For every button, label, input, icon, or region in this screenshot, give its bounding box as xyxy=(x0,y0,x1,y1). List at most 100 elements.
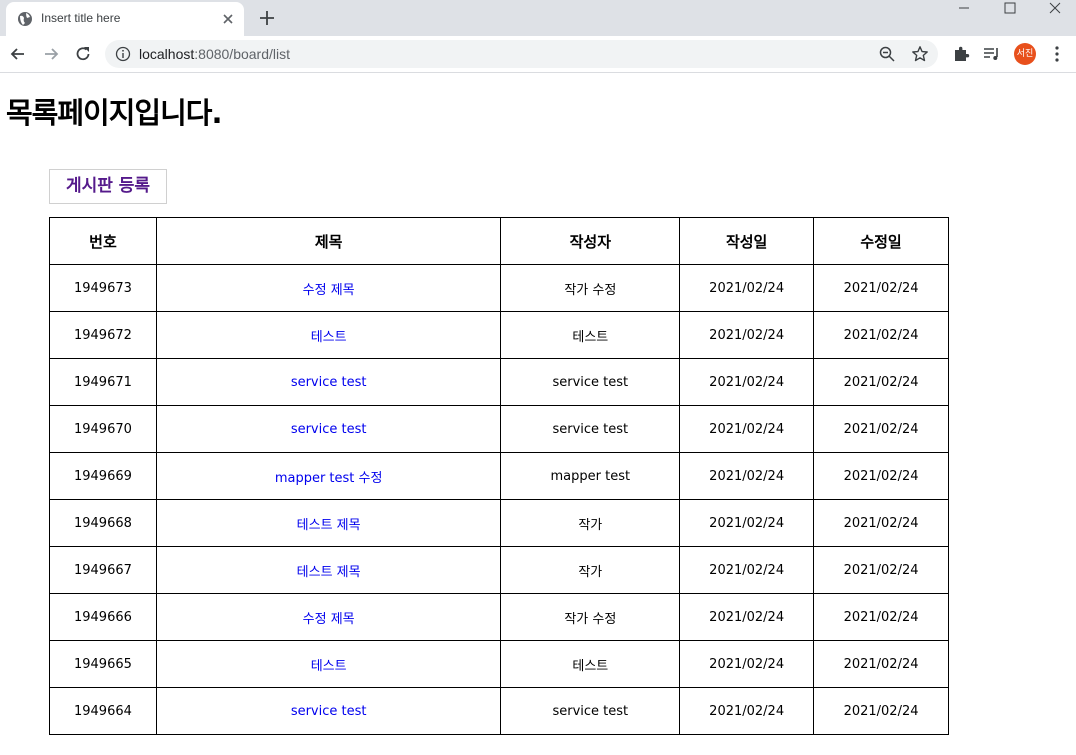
url-path: :8080/board/list xyxy=(194,46,290,62)
cell-updatedate: 2021/02/24 xyxy=(813,687,949,735)
board-list-table: 번호 제목 작성자 작성일 수정일 1949673 수정 제목 작가 수정 2021/… xyxy=(49,217,949,735)
table-row: 1949664 service test service test 2021/02/2… xyxy=(49,687,949,735)
table-row: 1949668 테스트 제목 작가 2021/02/24 2021/02/24 xyxy=(49,499,949,547)
cell-regdate: 2021/02/24 xyxy=(679,311,815,359)
cell-no: 1949665 xyxy=(49,640,157,688)
post-title-link[interactable]: 테스트 xyxy=(311,330,347,345)
plus-icon[interactable] xyxy=(257,8,277,28)
cell-title[interactable]: service test xyxy=(155,687,502,735)
table-row: 1949665 테스트 테스트 2021/02/24 2021/02/24 xyxy=(49,640,949,688)
cell-title[interactable]: service test xyxy=(155,405,502,453)
post-title-link[interactable]: 테스트 xyxy=(311,659,347,674)
cell-writer: 작가 수정 xyxy=(500,593,681,641)
post-title-link[interactable]: 수정 제목 xyxy=(303,283,355,298)
browser-tab[interactable]: Insert title here xyxy=(6,2,244,36)
media-control-icon[interactable] xyxy=(983,45,1001,63)
cell-writer: service test xyxy=(500,405,681,453)
cell-updatedate: 2021/02/24 xyxy=(813,358,949,406)
cell-title[interactable]: 수정 제목 xyxy=(155,593,502,641)
zoom-out-icon[interactable] xyxy=(879,46,895,62)
cell-writer: service test xyxy=(500,687,681,735)
cell-writer: 작가 xyxy=(500,499,681,547)
post-title-link[interactable]: service test xyxy=(291,704,367,719)
cell-regdate: 2021/02/24 xyxy=(679,499,815,547)
cell-no: 1949669 xyxy=(49,452,157,500)
post-title-link[interactable]: mapper test 수정 xyxy=(275,471,383,486)
info-icon[interactable] xyxy=(115,46,131,62)
post-title-link[interactable]: service test xyxy=(291,422,367,437)
cell-no: 1949671 xyxy=(49,358,157,406)
cell-title[interactable]: 테스트 제목 xyxy=(155,499,502,547)
post-title-link[interactable]: 테스트 제목 xyxy=(297,565,361,580)
header-regdate: 작성일 xyxy=(679,217,815,265)
minimize-icon[interactable] xyxy=(941,0,987,30)
globe-icon xyxy=(18,12,32,26)
address-bar[interactable]: localhost:8080/board/list xyxy=(105,40,938,68)
post-title-link[interactable]: 테스트 제목 xyxy=(297,518,361,533)
url-text[interactable]: localhost:8080/board/list xyxy=(139,46,290,62)
header-title: 제목 xyxy=(155,217,502,265)
cell-no: 1949672 xyxy=(49,311,157,359)
cell-no: 1949667 xyxy=(49,546,157,594)
cell-regdate: 2021/02/24 xyxy=(679,358,815,406)
cell-regdate: 2021/02/24 xyxy=(679,452,815,500)
cell-updatedate: 2021/02/24 xyxy=(813,499,949,547)
avatar[interactable]: 서진 xyxy=(1014,43,1036,65)
arrow-left-icon[interactable] xyxy=(8,44,28,64)
cell-title[interactable]: service test xyxy=(155,358,502,406)
table-header-row: 번호 제목 작성자 작성일 수정일 xyxy=(49,217,949,265)
table-body: 1949673 수정 제목 작가 수정 2021/02/24 2021/02/24 194… xyxy=(49,264,949,735)
cell-no: 1949668 xyxy=(49,499,157,547)
cell-regdate: 2021/02/24 xyxy=(679,546,815,594)
kebab-menu-icon[interactable] xyxy=(1050,45,1064,63)
table-row: 1949671 service test service test 2021/02/2… xyxy=(49,358,949,406)
cell-title[interactable]: 테스트 xyxy=(155,640,502,688)
cell-regdate: 2021/02/24 xyxy=(679,640,815,688)
cell-no: 1949673 xyxy=(49,264,157,312)
cell-no: 1949664 xyxy=(49,687,157,735)
cell-updatedate: 2021/02/24 xyxy=(813,264,949,312)
cell-title[interactable]: mapper test 수정 xyxy=(155,452,502,500)
close-icon[interactable] xyxy=(220,11,236,27)
cell-updatedate: 2021/02/24 xyxy=(813,640,949,688)
page-title: 목록페이지입니다. xyxy=(6,96,222,130)
reload-icon[interactable] xyxy=(73,44,93,64)
register-button[interactable]: 게시판 등록 xyxy=(49,169,167,204)
cell-updatedate: 2021/02/24 xyxy=(813,311,949,359)
cell-writer: 테스트 xyxy=(500,311,681,359)
cell-title[interactable]: 수정 제목 xyxy=(155,264,502,312)
arrow-right-icon[interactable] xyxy=(41,44,61,64)
cell-title[interactable]: 테스트 제목 xyxy=(155,546,502,594)
table-row: 1949667 테스트 제목 작가 2021/02/24 2021/02/24 xyxy=(49,546,949,594)
cell-updatedate: 2021/02/24 xyxy=(813,546,949,594)
cell-no: 1949670 xyxy=(49,405,157,453)
cell-regdate: 2021/02/24 xyxy=(679,593,815,641)
cell-writer: mapper test xyxy=(500,452,681,500)
cell-writer: 작가 xyxy=(500,546,681,594)
table-row: 1949673 수정 제목 작가 수정 2021/02/24 2021/02/24 xyxy=(49,264,949,312)
cell-regdate: 2021/02/24 xyxy=(679,405,815,453)
cell-no: 1949666 xyxy=(49,593,157,641)
cell-writer: 테스트 xyxy=(500,640,681,688)
cell-writer: 작가 수정 xyxy=(500,264,681,312)
post-title-link[interactable]: 수정 제목 xyxy=(303,612,355,627)
puzzle-icon[interactable] xyxy=(952,45,970,63)
tab-title: Insert title here xyxy=(41,11,121,25)
maximize-icon[interactable] xyxy=(987,0,1033,30)
browser-toolbar: localhost:8080/board/list 서진 xyxy=(0,36,1076,73)
star-icon[interactable] xyxy=(911,45,929,63)
table-row: 1949669 mapper test 수정 mapper test 2021/02/… xyxy=(49,452,949,500)
post-title-link[interactable]: service test xyxy=(291,375,367,390)
cell-updatedate: 2021/02/24 xyxy=(813,452,949,500)
table-row: 1949672 테스트 테스트 2021/02/24 2021/02/24 xyxy=(49,311,949,359)
cell-writer: service test xyxy=(500,358,681,406)
window-close-icon[interactable] xyxy=(1032,0,1076,30)
cell-title[interactable]: 테스트 xyxy=(155,311,502,359)
browser-tabstrip: Insert title here xyxy=(0,0,1076,36)
header-updatedate: 수정일 xyxy=(813,217,949,265)
cell-updatedate: 2021/02/24 xyxy=(813,405,949,453)
cell-regdate: 2021/02/24 xyxy=(679,264,815,312)
url-host: localhost xyxy=(139,46,195,62)
table-row: 1949666 수정 제목 작가 수정 2021/02/24 2021/02/24 xyxy=(49,593,949,641)
header-no: 번호 xyxy=(49,217,157,265)
